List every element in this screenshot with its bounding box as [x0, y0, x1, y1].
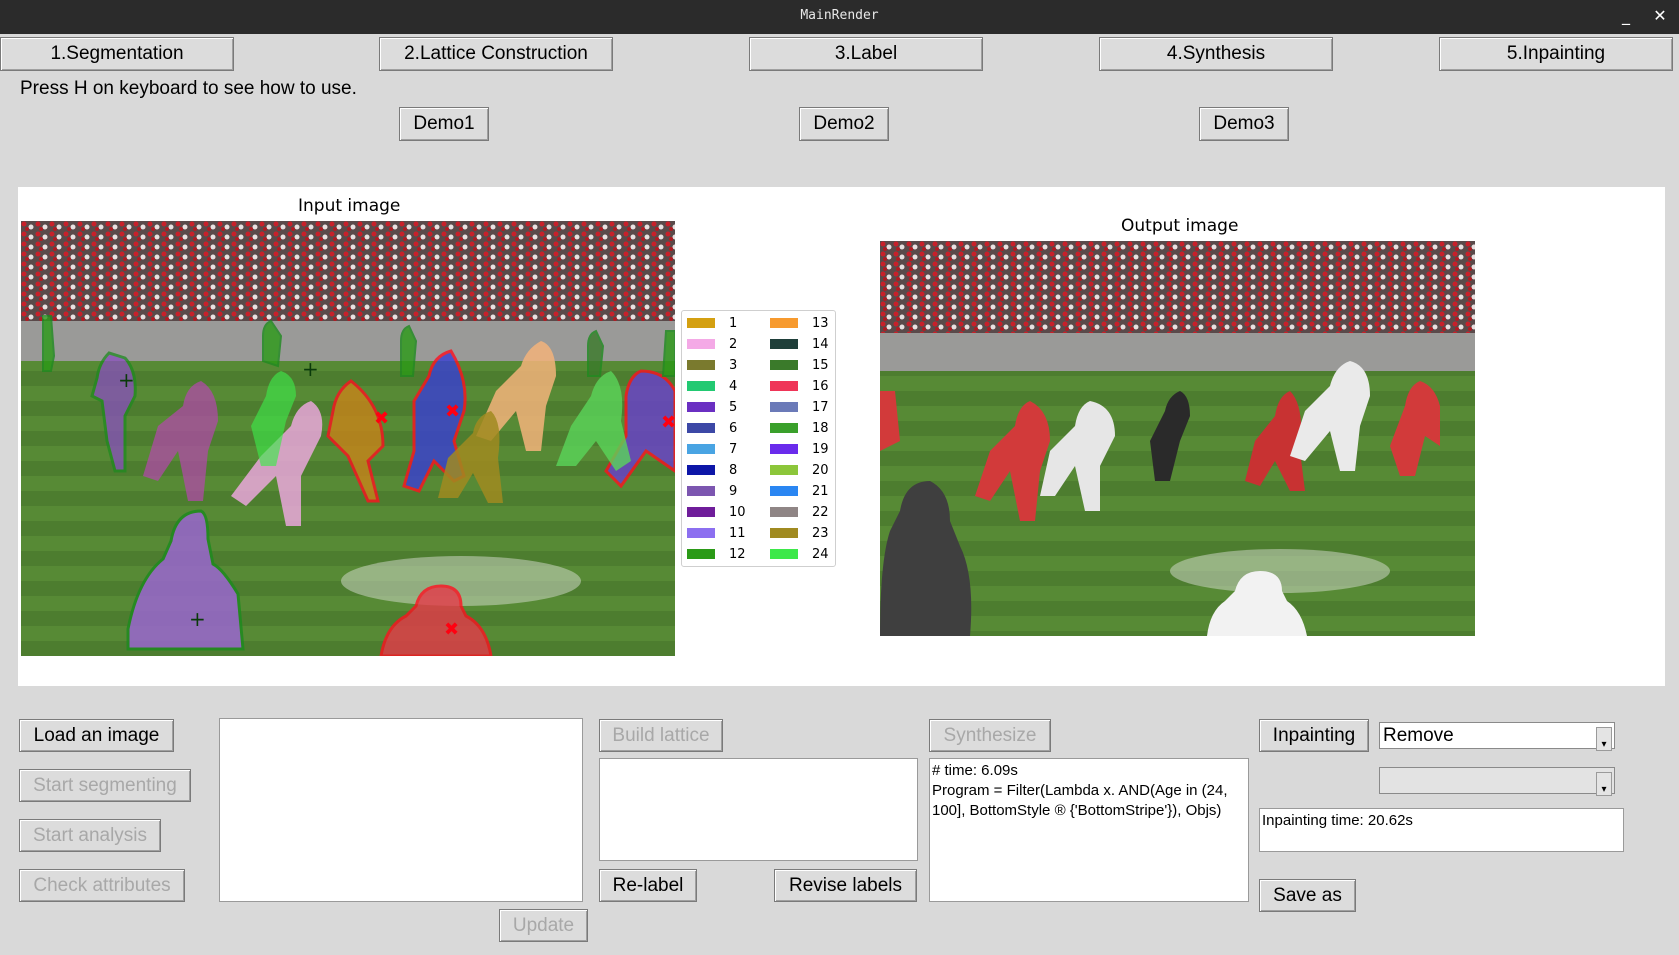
hint-text: Press H on keyboard to see how to use. — [20, 78, 357, 99]
synthesize-button[interactable]: Synthesize — [929, 719, 1051, 752]
input-image[interactable]: + + + ✖ ✖ ✖ ✖ — [21, 221, 675, 656]
legend-label: 11 — [729, 525, 746, 541]
svg-text:+: + — [189, 607, 206, 631]
legend-swatch — [770, 549, 798, 559]
legend-swatch — [770, 486, 798, 496]
re-label-button[interactable]: Re-label — [599, 869, 697, 902]
synthesis-output[interactable]: # time: 6.09s Program = Filter(Lambda x.… — [929, 758, 1249, 902]
legend-label: 2 — [729, 336, 738, 352]
segment-legend: 1 2 3 4 5 6 7 8 9 10 11 12 13 14 15 16 1… — [681, 310, 836, 567]
legend-swatch — [770, 360, 798, 370]
legend-swatch — [687, 465, 715, 475]
output-image[interactable] — [880, 241, 1475, 636]
legend-swatch — [770, 423, 798, 433]
svg-text:✖: ✖ — [374, 408, 389, 429]
legend-label: 9 — [729, 483, 738, 499]
update-button[interactable]: Update — [499, 909, 588, 942]
legend-swatch — [687, 402, 715, 412]
window-titlebar: MainRender _ ✕ — [0, 0, 1679, 34]
segmentation-log[interactable] — [219, 718, 583, 902]
svg-text:+: + — [118, 368, 135, 392]
minimize-button[interactable]: _ — [1616, 6, 1636, 25]
legend-swatch — [687, 381, 715, 391]
legend-label: 13 — [812, 315, 829, 331]
chevron-down-icon[interactable]: ▾ — [1596, 772, 1612, 796]
legend-swatch — [770, 402, 798, 412]
save-as-button[interactable]: Save as — [1259, 879, 1356, 912]
legend-label: 8 — [729, 462, 738, 478]
legend-label: 6 — [729, 420, 738, 436]
legend-swatch — [687, 318, 715, 328]
input-image-title: Input image — [298, 196, 401, 216]
legend-swatch — [687, 444, 715, 454]
legend-label: 21 — [812, 483, 829, 499]
legend-swatch — [687, 549, 715, 559]
legend-label: 24 — [812, 546, 829, 562]
legend-swatch — [770, 465, 798, 475]
svg-text:✖: ✖ — [661, 412, 675, 433]
chevron-down-icon[interactable]: ▾ — [1596, 727, 1612, 751]
legend-label: 4 — [729, 378, 738, 394]
legend-swatch — [687, 339, 715, 349]
svg-text:+: + — [302, 357, 319, 381]
start-analysis-button[interactable]: Start analysis — [19, 819, 161, 852]
legend-label: 16 — [812, 378, 829, 394]
svg-text:✖: ✖ — [444, 619, 459, 640]
legend-label: 23 — [812, 525, 829, 541]
legend-swatch — [687, 423, 715, 433]
legend-label: 17 — [812, 399, 829, 415]
tab-segmentation[interactable]: 1.Segmentation — [0, 37, 234, 71]
start-segmenting-button[interactable]: Start segmenting — [19, 769, 191, 802]
legend-swatch — [687, 507, 715, 517]
legend-label: 14 — [812, 336, 829, 352]
check-attributes-button[interactable]: Check attributes — [19, 869, 185, 902]
legend-swatch — [770, 339, 798, 349]
tab-label[interactable]: 3.Label — [749, 37, 983, 71]
legend-label: 5 — [729, 399, 738, 415]
inpaint-mode-select[interactable]: Remove ▾ — [1379, 722, 1615, 751]
tab-lattice-construction[interactable]: 2.Lattice Construction — [379, 37, 613, 71]
legend-label: 7 — [729, 441, 738, 457]
window-title: MainRender — [800, 8, 879, 23]
demo1-button[interactable]: Demo1 — [399, 107, 489, 141]
legend-label: 18 — [812, 420, 829, 436]
tab-inpainting[interactable]: 5.Inpainting — [1439, 37, 1673, 71]
legend-swatch — [770, 507, 798, 517]
tab-synthesis[interactable]: 4.Synthesis — [1099, 37, 1333, 71]
inpaint-secondary-select[interactable]: ▾ — [1379, 767, 1615, 796]
legend-swatch — [770, 444, 798, 454]
legend-label: 3 — [729, 357, 738, 373]
input-image-render: + + + ✖ ✖ ✖ ✖ — [21, 221, 675, 656]
legend-label: 19 — [812, 441, 829, 457]
load-image-button[interactable]: Load an image — [19, 719, 174, 752]
demo3-button[interactable]: Demo3 — [1199, 107, 1289, 141]
legend-swatch — [770, 381, 798, 391]
legend-label: 15 — [812, 357, 829, 373]
svg-text:✖: ✖ — [445, 401, 460, 422]
legend-label: 20 — [812, 462, 829, 478]
output-image-render — [880, 241, 1475, 636]
legend-swatch — [770, 528, 798, 538]
legend-label: 22 — [812, 504, 829, 520]
inpainting-button[interactable]: Inpainting — [1259, 719, 1369, 752]
revise-labels-button[interactable]: Revise labels — [774, 869, 917, 902]
inpaint-mode-value: Remove — [1383, 724, 1454, 746]
legend-swatch — [687, 528, 715, 538]
legend-swatch — [687, 360, 715, 370]
inpainting-time: Inpainting time: 20.62s — [1259, 808, 1624, 852]
demo2-button[interactable]: Demo2 — [799, 107, 889, 141]
build-lattice-button[interactable]: Build lattice — [599, 719, 723, 752]
lattice-output[interactable] — [599, 758, 918, 861]
legend-label: 1 — [729, 315, 738, 331]
legend-swatch — [770, 318, 798, 328]
close-button[interactable]: ✕ — [1650, 6, 1670, 25]
legend-swatch — [687, 486, 715, 496]
output-image-title: Output image — [1121, 216, 1239, 236]
legend-label: 12 — [729, 546, 746, 562]
legend-label: 10 — [729, 504, 746, 520]
